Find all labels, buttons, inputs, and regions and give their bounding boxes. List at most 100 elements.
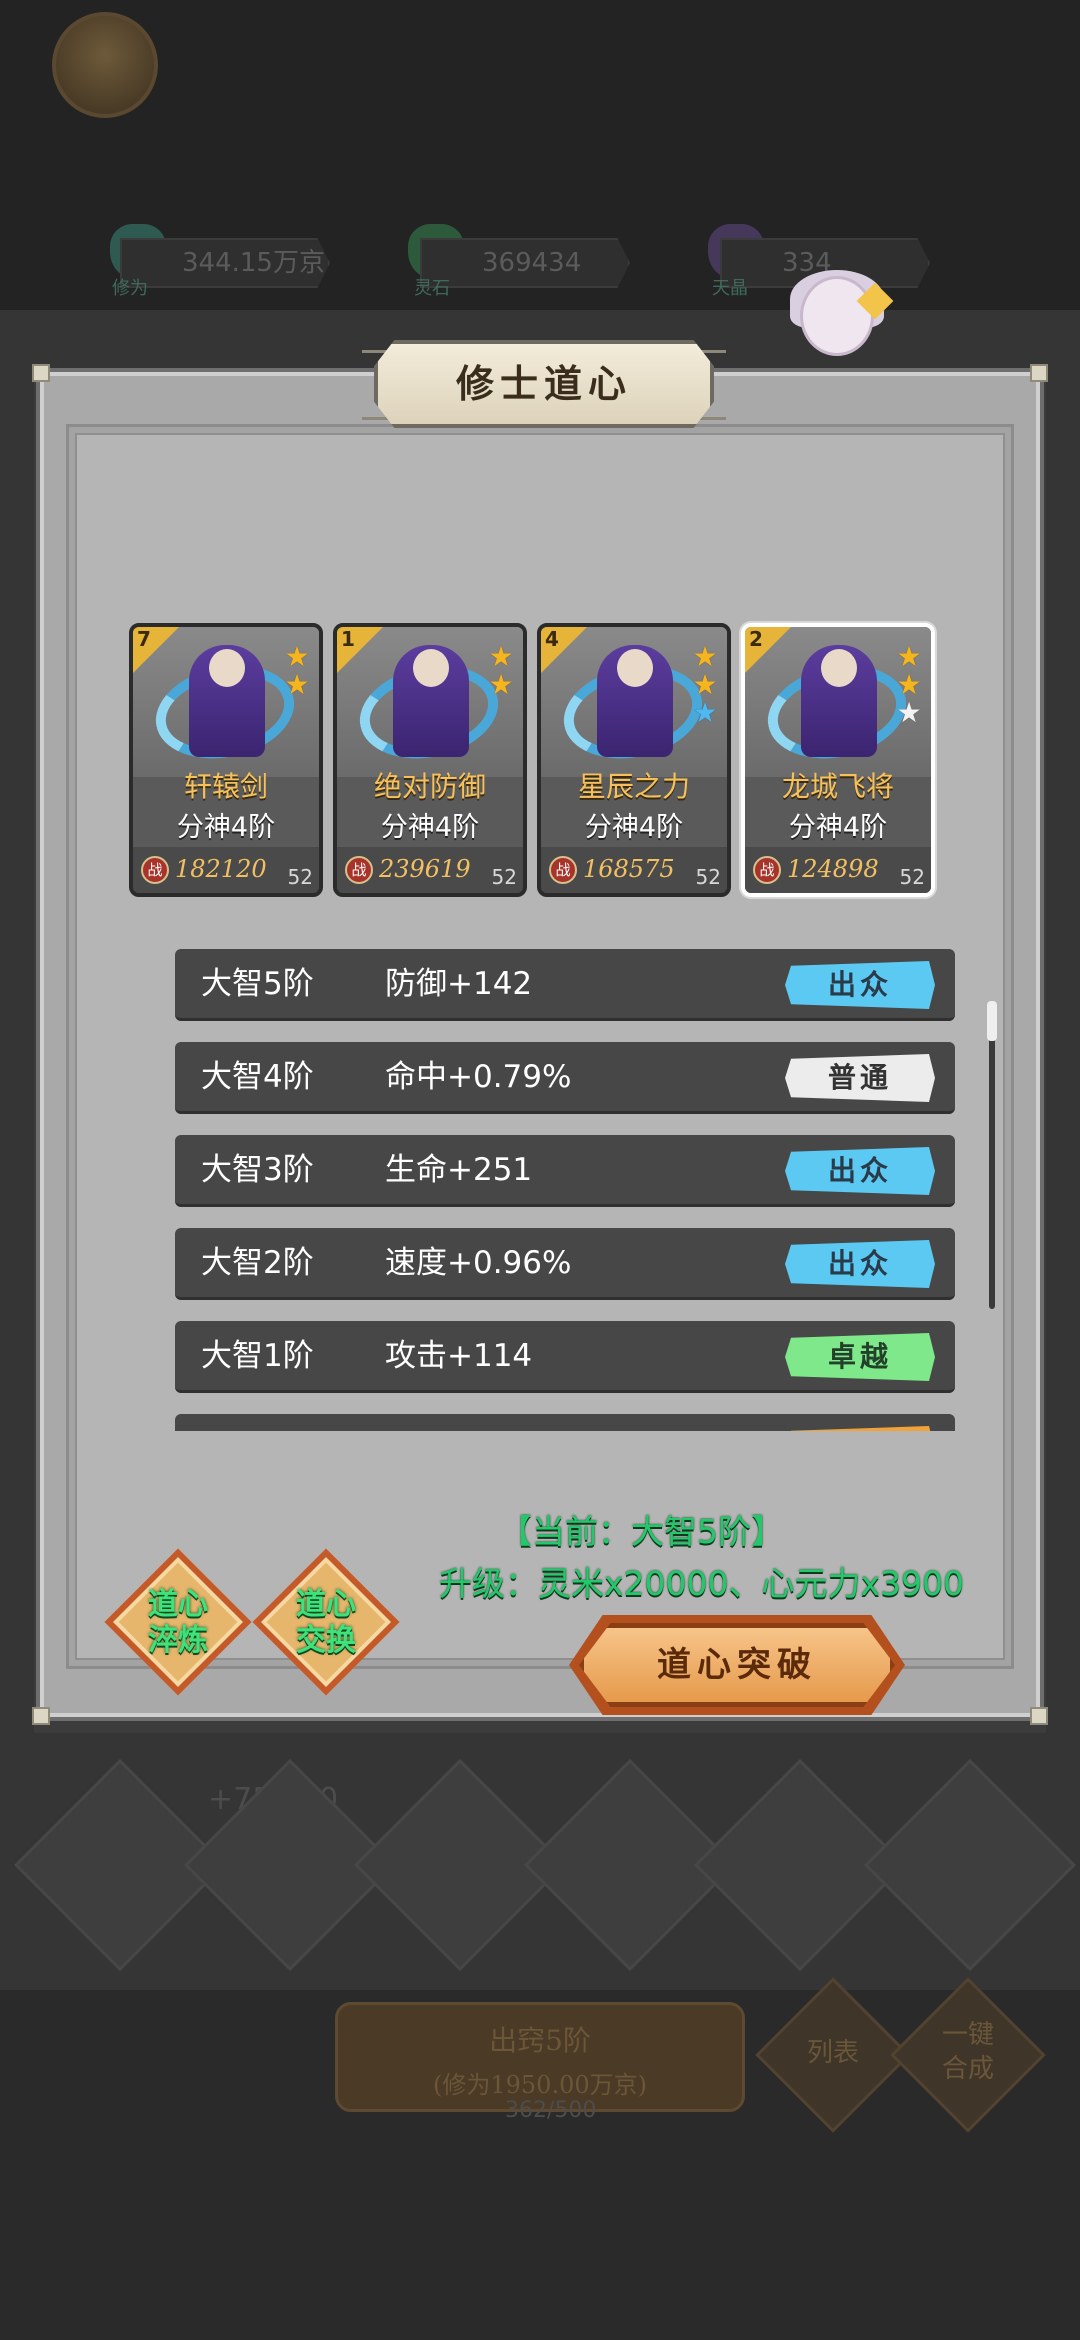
star-icon: ★ [896,640,922,673]
battle-power-value: 124898 [787,855,879,883]
breakthrough-button[interactable]: 道心突破 [579,1623,895,1707]
stage-row[interactable]: 大智1阶 攻击+114 卓越 [175,1321,955,1393]
star-rating: ★ ★ ★ [895,643,923,727]
star-icon: ★ [488,640,514,673]
stage-effect: 防御+142 [385,966,533,1002]
dao-heart-stage-list[interactable]: 大智5阶 防御+142 出众 大智4阶 命中+0.79% 普通 大智3阶 生命+… [175,949,965,1431]
skill-name: 龙城飞将 [781,770,894,803]
skill-name: 星辰之力 [577,770,690,803]
quality-badge: 出众 [785,1147,935,1195]
dialog-corner [32,1707,50,1725]
background-exp-text: 362/500 [505,2098,597,2123]
star-rating: ★ ★ [487,643,515,699]
star-icon: ★ [488,668,514,701]
rank-number: 1 [341,627,355,651]
dialog-content-panel: 7 ★ ★ 轩辕剑 分神4阶 战 182120 52 1 ★ ★ 绝对防御 分神4阶… [66,424,1014,1715]
refine-button-label: 道心 淬炼 [148,1587,208,1658]
cultivation-label: 修为 [112,278,148,299]
upgrade-cost-text: 升级：灵米x20000、心元力x3900 [439,1564,965,1603]
battle-power-value: 182120 [175,855,267,883]
list-scrollbar[interactable] [987,1001,997,1309]
quality-badge: 普通 [785,1054,935,1102]
dialog-corner [1030,1707,1048,1725]
skill-stage: 分神4阶 [788,812,888,843]
stage-row[interactable]: 大智3阶 生命+251 出众 [175,1135,955,1207]
exchange-button[interactable]: 道心 交换 [252,1548,400,1696]
stage-name: 大智3阶 [201,1152,314,1188]
stage-name: 大智5阶 [201,966,314,1002]
star-icon: ★ [692,696,718,729]
cultivation-resource: 344.15万京 [120,238,330,288]
dialog-corner [1030,364,1048,382]
stage-name: 大智1阶 [201,1338,314,1374]
quality-badge: 出众 [785,961,935,1009]
star-rating: ★ ★ [283,643,311,699]
stage-row[interactable] [175,1414,955,1431]
stage-effect: 速度+0.96% [385,1245,572,1281]
stage-name: 大智2阶 [201,1245,314,1281]
skill-card[interactable]: 7 ★ ★ 轩辕剑 分神4阶 战 182120 52 [129,623,323,897]
head-art [821,649,857,687]
card-level: 52 [287,865,313,889]
card-footer: 战 124898 52 [745,847,931,893]
background-level-cost: (修为1950.00万京) [433,2071,647,2099]
stage-effect: 攻击+114 [385,1338,533,1374]
quality-badge: 卓越 [785,1333,935,1381]
background-level-button: 出窍5阶 (修为1950.00万京) [335,2002,745,2112]
rank-number: 2 [749,627,763,651]
card-level: 52 [491,865,517,889]
card-footer: 战 239619 52 [337,847,523,893]
player-avatar [52,12,158,118]
star-icon: ★ [284,640,310,673]
crystal-label: 天晶 [712,278,748,299]
stage-row[interactable]: 大智2阶 速度+0.96% 出众 [175,1228,955,1300]
skill-stage: 分神4阶 [380,812,480,843]
head-art [617,649,653,687]
star-icon: ★ [692,640,718,673]
skill-card[interactable]: 4 ★ ★ ★ 星辰之力 分神4阶 战 168575 52 [537,623,731,897]
current-stage-text: 【当前：大智5阶】 [499,1512,784,1551]
card-level: 52 [695,865,721,889]
stage-effect: 命中+0.79% [385,1059,572,1095]
quality-badge: 出众 [785,1240,935,1288]
card-footer: 战 182120 52 [133,847,319,893]
stage-effect: 生命+251 [385,1152,533,1188]
star-icon: ★ [692,668,718,701]
quality-badge [785,1426,935,1431]
battle-power-value: 168575 [583,855,675,883]
battle-power-value: 239619 [379,855,471,883]
star-icon: ★ [896,696,922,729]
background-list-label: 列表 [806,2038,859,2068]
skill-name: 绝对防御 [373,770,486,803]
character-face [800,276,874,356]
rank-number: 4 [545,627,559,651]
scroll-thumb[interactable] [987,1001,997,1041]
skill-name: 轩辕剑 [183,770,268,803]
skill-stage: 分神4阶 [584,812,684,843]
skill-card-selected[interactable]: 2 ★ ★ ★ 龙城飞将 分神4阶 战 124898 52 [741,623,935,897]
background-top-bar: 344.15万京 修为 369434 灵石 334 天晶 [0,0,1080,310]
battle-power-icon: 战 [753,856,781,884]
stage-row[interactable]: 大智5阶 防御+142 出众 [175,949,955,1021]
spirit-stone-resource: 369434 [420,238,630,288]
spirit-stone-label: 灵石 [414,278,450,299]
battle-power-icon: 战 [141,856,169,884]
head-art [413,649,449,687]
head-art [209,649,245,687]
dialog-title: 修士道心 [374,340,714,428]
refine-button[interactable]: 道心 淬炼 [104,1548,252,1696]
stage-name: 大智4阶 [201,1059,314,1095]
rank-number: 7 [137,627,151,651]
stage-row[interactable]: 大智4阶 命中+0.79% 普通 [175,1042,955,1114]
battle-power-icon: 战 [345,856,373,884]
dialog-corner [32,364,50,382]
background-level-title: 出窍5阶 [489,2024,591,2057]
star-icon: ★ [896,668,922,701]
battle-power-icon: 战 [549,856,577,884]
skill-card[interactable]: 1 ★ ★ 绝对防御 分神4阶 战 239619 52 [333,623,527,897]
dao-heart-dialog: 7 ★ ★ 轩辕剑 分神4阶 战 182120 52 1 ★ ★ 绝对防御 分神4阶… [32,340,1048,1725]
background-merge-label: 一键合成 [941,2020,994,2084]
star-rating: ★ ★ ★ [691,643,719,727]
card-level: 52 [899,865,925,889]
star-icon: ★ [284,668,310,701]
